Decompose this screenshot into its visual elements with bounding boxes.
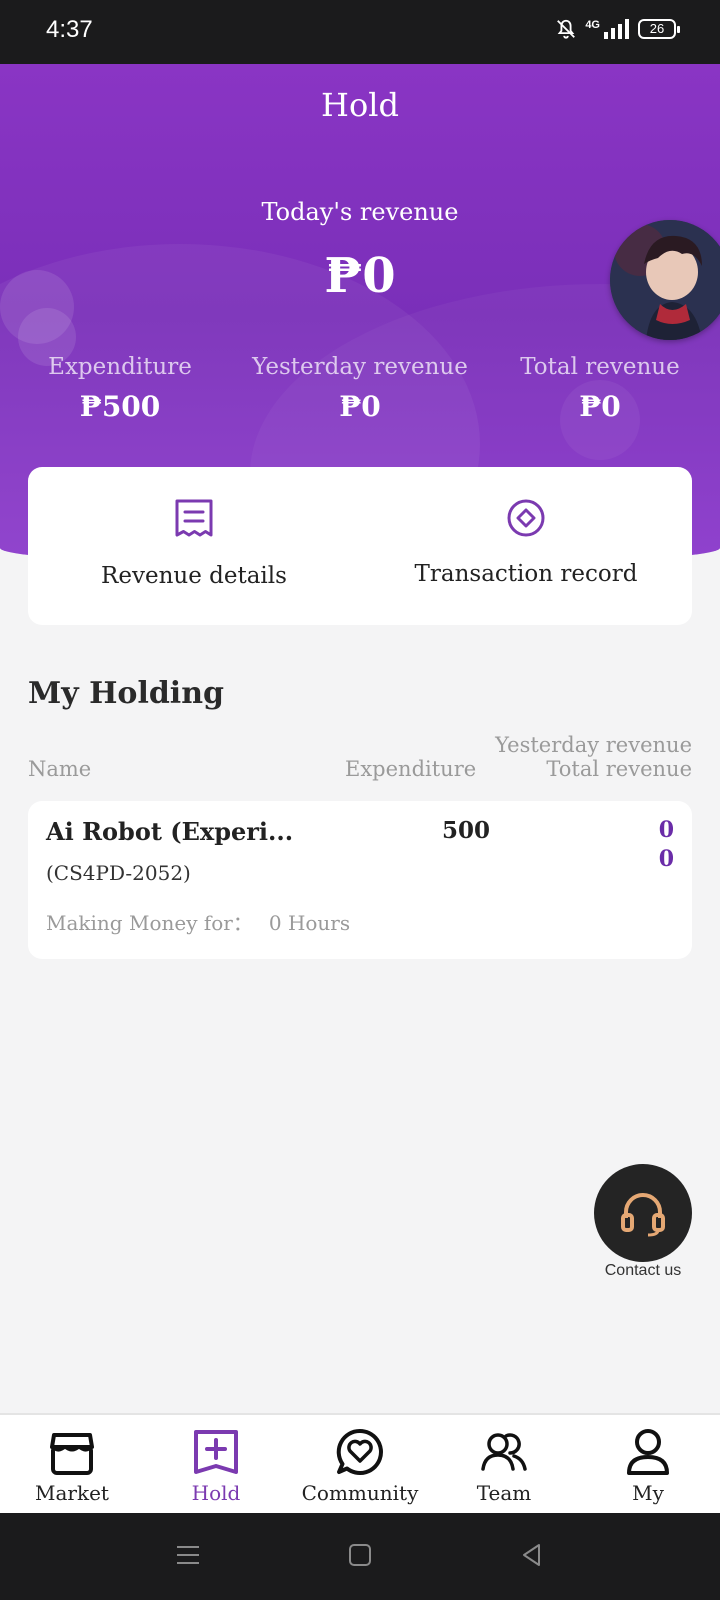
column-revenue: Yesterday revenue Total revenue [495, 733, 692, 781]
stat-expenditure: Expenditure ₱500 [0, 354, 240, 423]
holding-total-revenue: 0 [658, 846, 674, 872]
back-icon[interactable] [518, 1541, 546, 1569]
holding-item[interactable]: Ai Robot (Experi... (CS4PD-2052) Making … [28, 801, 692, 959]
making-money-label: Making Money for： [46, 911, 253, 935]
avatar[interactable] [610, 220, 720, 340]
holding-code: (CS4PD-2052) [46, 861, 191, 885]
menu-icon[interactable] [174, 1541, 202, 1569]
stat-label: Expenditure [48, 354, 192, 380]
avatar-image [610, 220, 720, 340]
nav-label: Hold [191, 1481, 241, 1505]
system-nav-bar [0, 1513, 720, 1600]
status-time: 4:37 [46, 16, 93, 43]
stat-total-revenue: Total revenue ₱0 [480, 354, 720, 423]
holding-yesterday-revenue: 0 [658, 817, 674, 843]
today-revenue-label: Today's revenue [261, 198, 459, 226]
stat-value: ₱0 [339, 390, 381, 423]
team-icon [481, 1433, 527, 1471]
stat-label: Total revenue [520, 354, 680, 380]
mute-bell-icon [557, 19, 576, 39]
receipt-icon [175, 499, 213, 537]
column-expenditure: Expenditure [345, 757, 477, 781]
nav-label: Market [35, 1481, 109, 1505]
nav-market[interactable]: Market [0, 1415, 144, 1515]
status-bar: 4:37 4G 26 [0, 0, 720, 64]
status-icons: 4G 26 [555, 18, 680, 40]
column-name: Name [28, 757, 92, 781]
revenue-details-label: Revenue details [101, 563, 287, 589]
nav-hold[interactable]: Hold [144, 1415, 288, 1515]
network-label: 4G [585, 19, 600, 31]
nav-label: My [632, 1481, 664, 1505]
nav-label: Team [476, 1481, 532, 1505]
transaction-record-label: Transaction record [414, 561, 638, 587]
heart-chat-icon [336, 1428, 383, 1475]
nav-team[interactable]: Team [432, 1415, 576, 1515]
bottom-nav: Market Hold Community Team My [0, 1413, 720, 1513]
contact-us-button[interactable] [594, 1164, 692, 1262]
stat-yesterday-revenue: Yesterday revenue ₱0 [240, 354, 480, 423]
stat-value: ₱500 [79, 390, 161, 423]
stat-value: ₱0 [579, 390, 621, 423]
stat-label: Yesterday revenue [252, 354, 468, 380]
page-title: Hold [321, 86, 399, 124]
transaction-record-button[interactable]: Transaction record [360, 467, 692, 625]
quick-actions-card: Revenue details Transaction record [28, 467, 692, 625]
column-total-revenue: Total revenue [546, 757, 692, 781]
hold-plus-icon [194, 1430, 238, 1474]
making-money-row: Making Money for： 0 Hours [46, 907, 350, 936]
nav-label: Community [301, 1481, 419, 1505]
column-yesterday-revenue: Yesterday revenue [495, 733, 692, 757]
my-holding-title: My Holding [28, 676, 224, 711]
battery-icon: 26 [638, 19, 680, 39]
headset-icon [621, 1193, 665, 1237]
nav-community[interactable]: Community [288, 1415, 432, 1515]
contact-us-label[interactable]: Contact us [584, 1262, 702, 1280]
diamond-circle-icon [507, 499, 545, 537]
user-icon [627, 1429, 669, 1475]
home-icon[interactable] [346, 1541, 374, 1569]
nav-my[interactable]: My [576, 1415, 720, 1515]
signal-icon [604, 19, 629, 39]
holding-name: Ai Robot (Experi... [46, 817, 294, 846]
revenue-details-button[interactable]: Revenue details [28, 467, 360, 625]
store-icon [50, 1433, 94, 1475]
holding-expenditure: 500 [442, 817, 491, 844]
making-money-hours: 0 Hours [268, 911, 351, 935]
